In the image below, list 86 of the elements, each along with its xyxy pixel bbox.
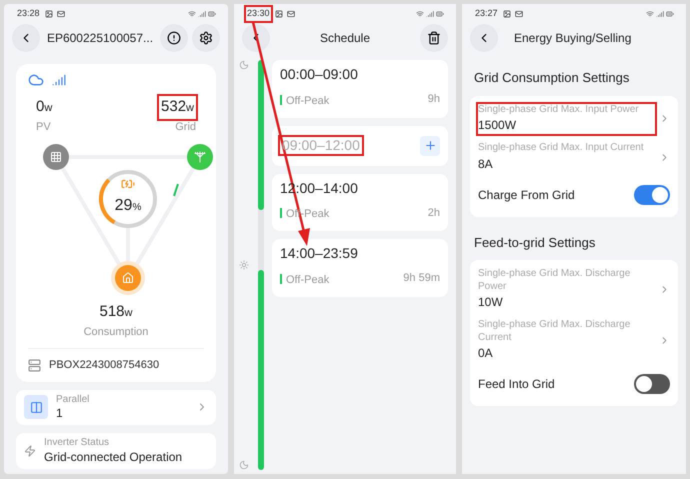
delete-button[interactable] [420,24,448,52]
image-icon [44,10,53,18]
battery-icon [121,177,135,191]
status-time: 23:30 [246,7,271,21]
status-time: 23:27 [474,7,499,20]
inverter-icon [24,444,36,457]
schedule-card[interactable]: 14:00–23:59 Off-Peak 9h 59m [272,239,448,296]
setting-label: Single-phase Grid Max. Discharge Current [478,319,632,344]
back-button[interactable] [242,24,270,52]
time-range: 00:00–09:00 [280,66,358,84]
signal-icon [426,10,434,18]
setting-value: 1500W [478,117,518,134]
rate-tag: Off-Peak [286,94,330,106]
solar-panel-icon [43,144,69,170]
sun-icon [239,260,249,270]
screen-title: Schedule [318,30,372,47]
alert-button[interactable] [160,24,188,52]
signal-icon [52,73,66,87]
serial-number: PBOX2243008754630 [49,358,160,373]
inverter-status-label: Inverter Status [44,437,110,450]
battery-icon [208,10,216,18]
setting-label: Single-phase Grid Max. Input Power [478,104,640,116]
moon-icon [239,460,249,470]
battery-icon [666,10,674,18]
mail-icon [56,10,65,18]
trash-icon [427,31,441,45]
cloud-icon [28,72,44,88]
status-time: 23:28 [16,7,41,20]
section-title: Feed-to-grid Settings [473,234,596,252]
settings-icon [199,31,213,45]
setting-row[interactable]: Single-phase Grid Max. Discharge Current 0A [478,315,670,366]
settings-button[interactable] [192,24,220,52]
toggle-label: Feed Into Grid [478,376,555,393]
home-icon [115,265,141,291]
mail-icon [286,10,295,18]
image-icon [274,10,283,18]
setting-row[interactable]: Single-phase Grid Max. Discharge Power 10W [478,264,670,315]
pv-power: 0 [36,97,44,117]
setting-value: 0A [478,345,494,362]
wifi-icon [416,10,424,18]
setting-row[interactable]: Single-phase Grid Max. Input Power 1500W [478,100,670,138]
signal-icon [656,10,664,18]
schedule-card[interactable]: 00:00–09:00 Off-Peak 9h [272,60,448,118]
section-title: Grid Consumption Settings [473,69,630,87]
setting-value: 10W [478,294,504,311]
wifi-icon [646,10,654,18]
device-title: EP600225100057... [46,30,154,47]
wifi-icon [188,10,196,18]
toggle-label: Charge From Grid [478,186,575,204]
unit-text: w [124,306,132,321]
device-icon [28,358,41,372]
mail-icon [514,10,523,18]
time-range: 14:00–23:59 [280,245,358,262]
grid-label: Grid [175,120,196,134]
toggle-switch[interactable] [634,184,670,204]
signal-icon [198,10,206,18]
duration-text: 9h [428,92,440,108]
image-icon [502,10,511,18]
parallel-icon [24,395,48,420]
battery-icon [436,10,444,18]
toggle-switch[interactable] [634,374,670,394]
consumption-power: 518 [100,302,125,322]
parallel-row[interactable]: Parallel 1 [16,390,216,425]
setting-label: Single-phase Grid Max. Discharge Power [478,268,632,293]
add-button[interactable] [420,136,440,156]
consumption-label: Consumption [84,324,148,340]
grid-power: 532w [159,96,196,118]
alert-icon [167,31,181,45]
battery-percent: 29 [114,196,132,216]
duration-text: 9h 59m [403,271,440,286]
duration-text: 2h [428,206,440,221]
moon-icon [239,60,249,70]
pv-label: PV [36,120,52,134]
setting-row[interactable]: Single-phase Grid Max. Input Current 8A [478,138,670,176]
screen-title: Energy Buying/Selling [514,30,632,47]
battery-ring [96,167,160,231]
rate-tag: Off-Peak [286,274,330,286]
percent-sign: % [132,201,142,215]
parallel-value: 1 [56,406,64,421]
parallel-label: Parallel [56,394,90,406]
inverter-status-value: Grid-connected Operation [44,450,182,464]
plus-icon [424,139,436,152]
setting-label: Single-phase Grid Max. Input Current [478,142,645,154]
unit-text: w [44,101,52,116]
grid-tower-icon [187,144,213,170]
setting-value: 8A [478,156,494,172]
